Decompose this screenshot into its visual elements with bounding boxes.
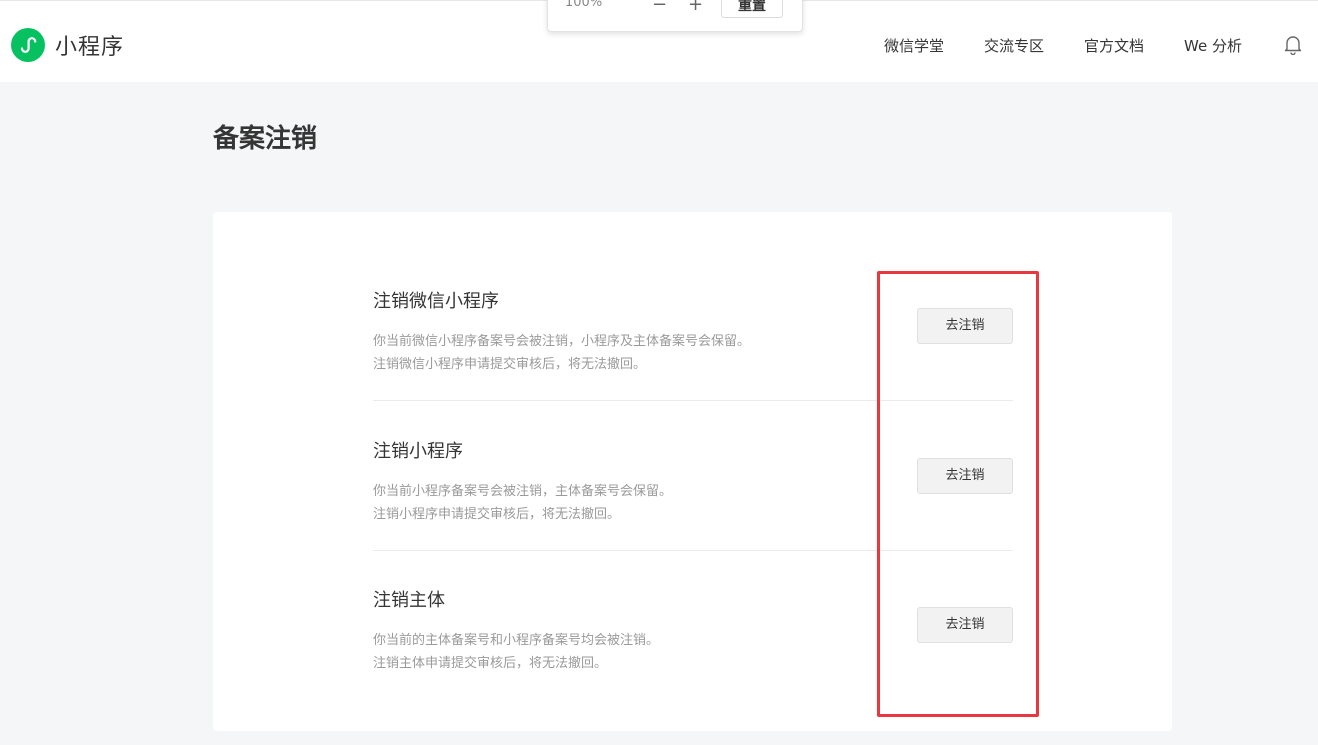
top-nav: 微信学堂 交流专区 官方文档 We 分析 [844, 35, 1242, 56]
mini-program-logo-icon [11, 28, 45, 62]
zoom-popup: 100% − + 重置 [547, 0, 803, 32]
zoom-reset-button[interactable]: 重置 [721, 0, 783, 18]
nav-item-docs[interactable]: 官方文档 [1084, 35, 1144, 56]
nav-item-we-analytics[interactable]: We 分析 [1184, 35, 1242, 56]
bell-icon[interactable] [1282, 33, 1304, 55]
logo-text: 小程序 [55, 35, 125, 60]
zoom-in-button[interactable]: + [688, 0, 703, 15]
nav-item-wechat-academy[interactable]: 微信学堂 [884, 35, 944, 56]
page-title: 备案注销 [213, 124, 318, 154]
zoom-out-button[interactable]: − [652, 0, 667, 15]
nav-item-community[interactable]: 交流专区 [984, 35, 1044, 56]
zoom-level: 100% [565, 0, 603, 10]
logo[interactable]: 小程序 [11, 28, 124, 62]
highlight-annotation-box [877, 271, 1039, 717]
